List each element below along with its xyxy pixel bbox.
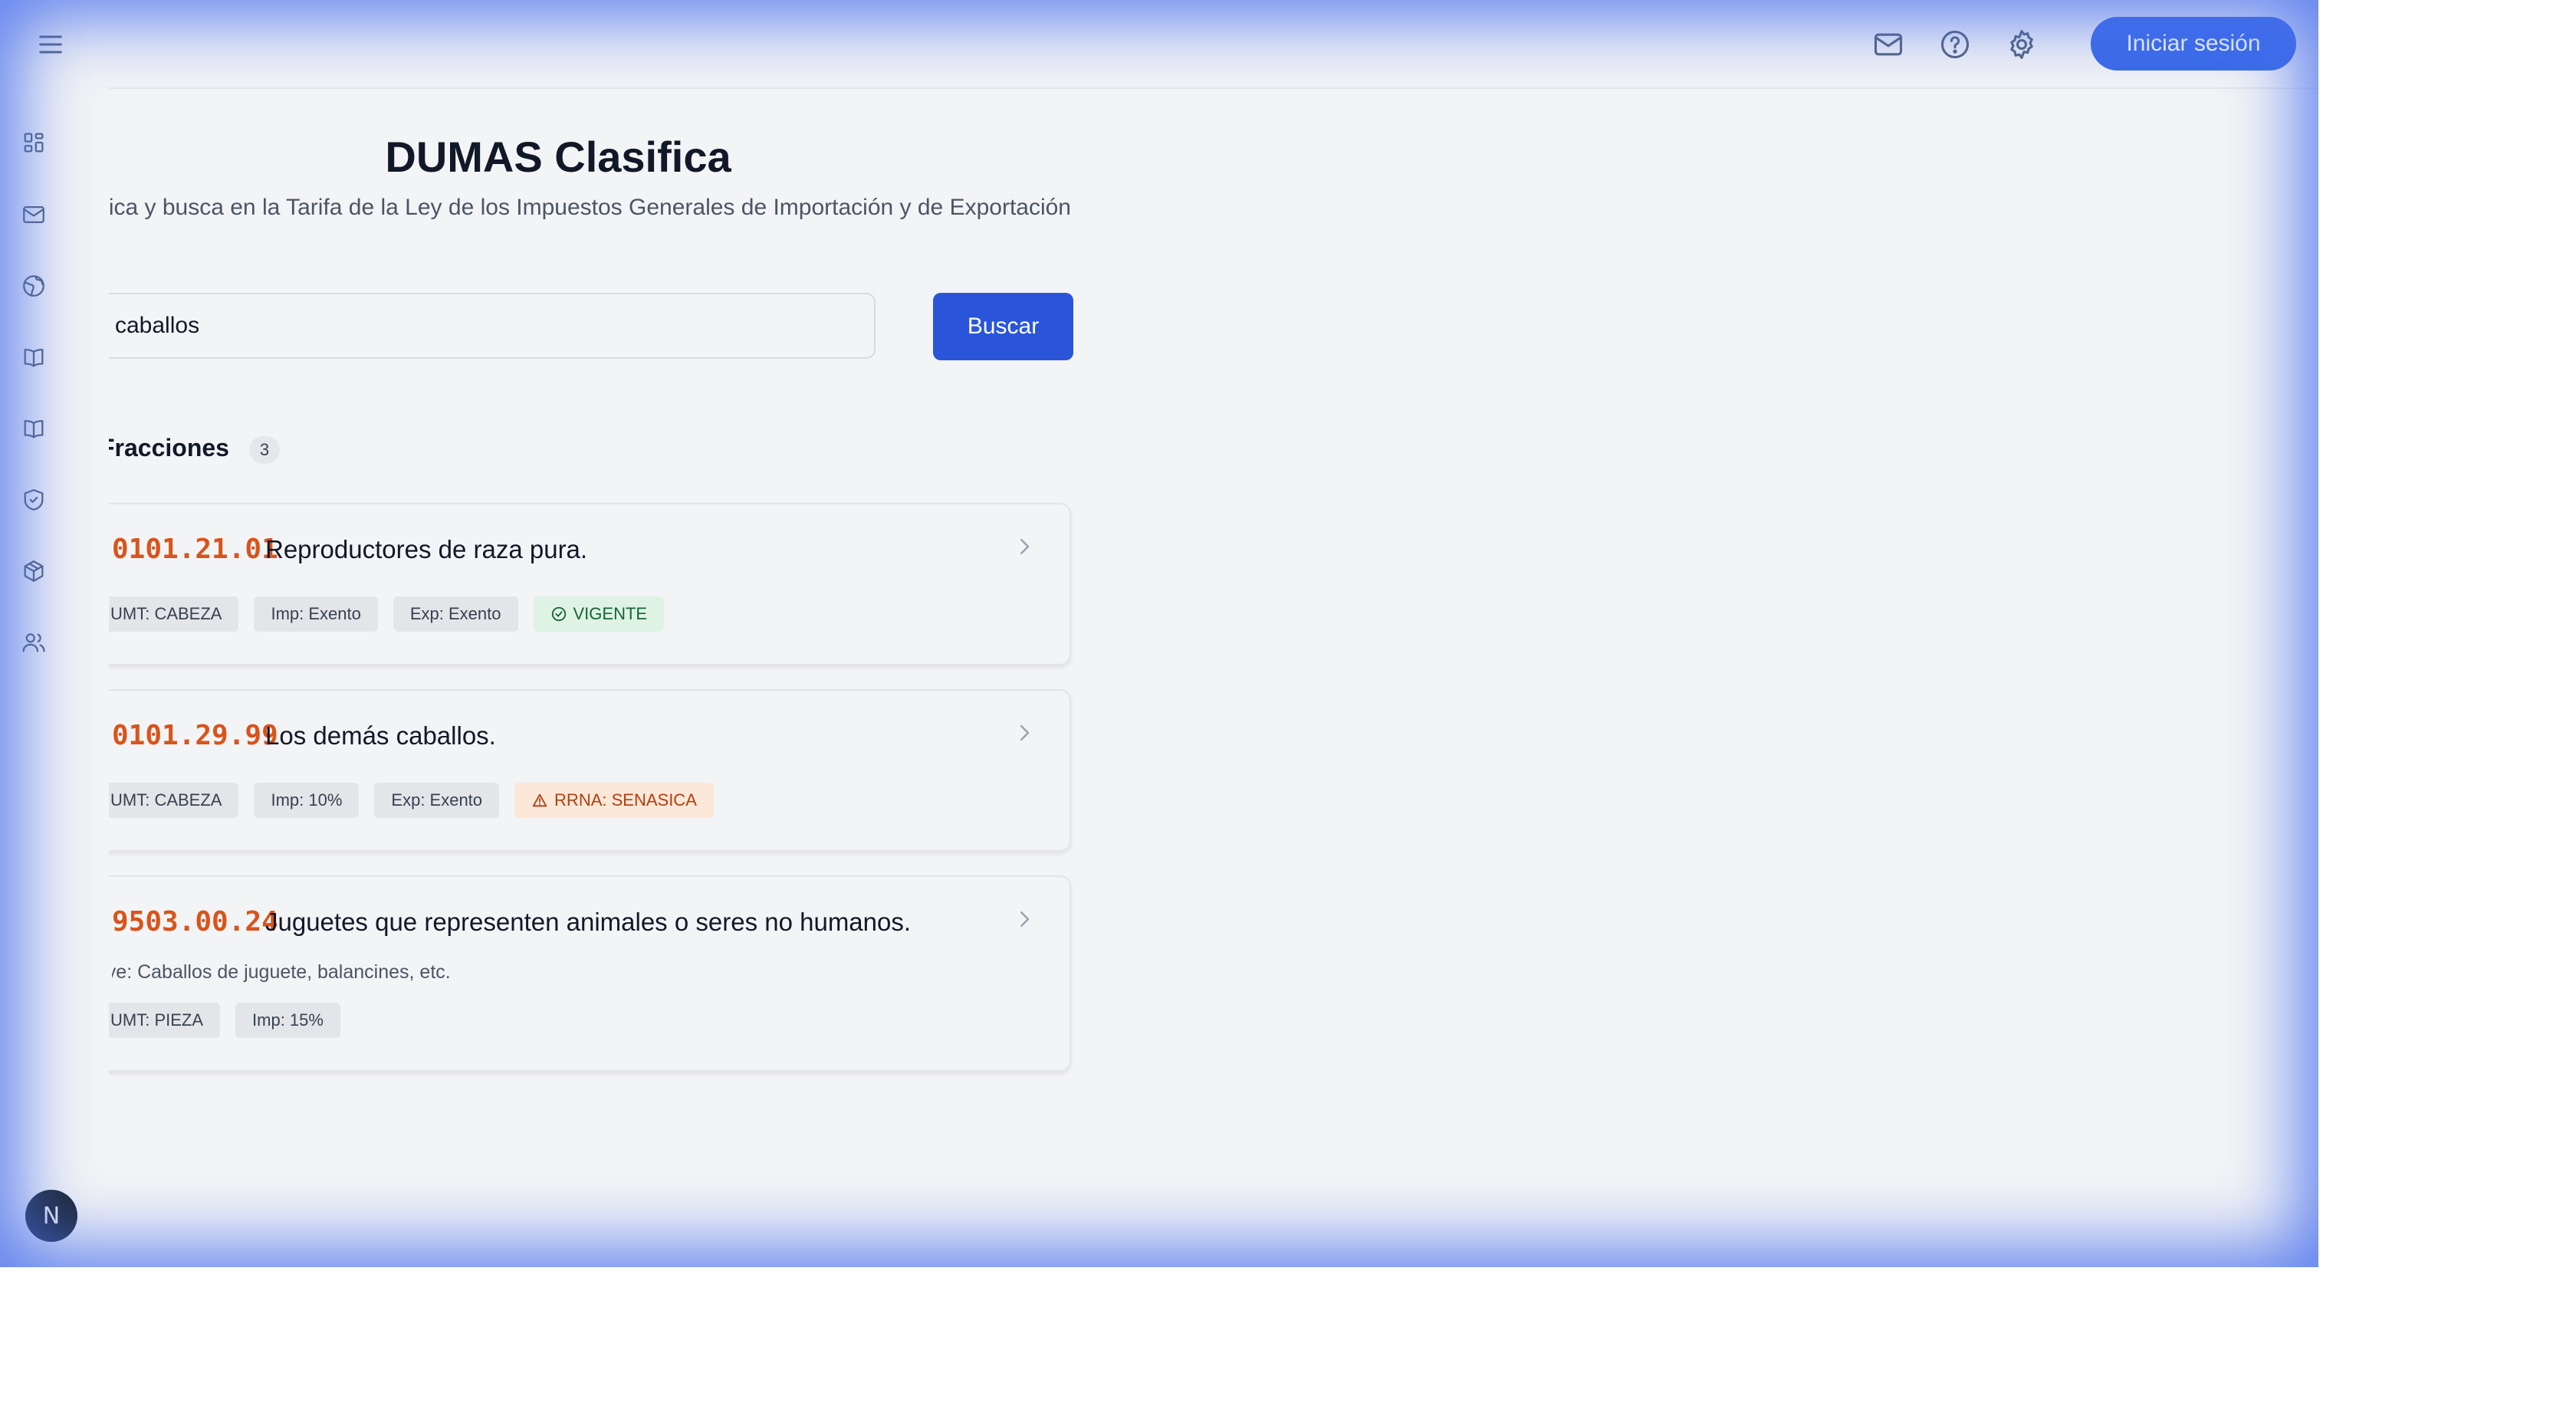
package-icon[interactable]: [17, 554, 51, 588]
tag-list: UMT: CABEZA Imp: Exento Exp: Exento VIGE…: [109, 596, 665, 632]
check-circle-icon: [551, 606, 566, 622]
search-input[interactable]: caballos: [109, 293, 876, 359]
mail-icon[interactable]: [17, 198, 51, 232]
tag-list: UMT: CABEZA Imp: 10% Exp: Exento RRNA: S…: [109, 783, 714, 818]
result-count-badge: 3: [249, 436, 280, 464]
export-tag: Exp: Exento: [393, 596, 518, 632]
shield-check-icon[interactable]: [17, 483, 51, 517]
app-window: Iniciar sesión N DUMAS Clasifica Clasifi…: [0, 0, 2318, 1267]
book-open-icon[interactable]: [17, 412, 51, 445]
avatar[interactable]: N: [25, 1190, 77, 1242]
menu-icon[interactable]: [31, 28, 71, 61]
result-description: Juguetes que representen animales o sere…: [265, 908, 912, 936]
umt-tag: UMT: CABEZA: [109, 596, 239, 632]
top-bar: [109, 0, 2318, 89]
umt-tag: UMT: PIEZA: [109, 1003, 221, 1038]
section-title: Fracciones: [109, 434, 229, 461]
login-button[interactable]: Iniciar sesión: [2091, 17, 2296, 71]
page-subtitle: Clasifica y busca en la Tarifa de la Ley…: [109, 195, 1071, 220]
umt-tag: UMT: CABEZA: [109, 783, 239, 818]
result-card[interactable]: 9503.00.24 Juguetes que representen anim…: [109, 875, 1071, 1072]
rrna-label: RRNA: SENASICA: [554, 790, 697, 810]
globe-icon[interactable]: [17, 269, 51, 303]
export-tag: Exp: Exento: [374, 783, 500, 818]
import-tag: Imp: 10%: [254, 783, 360, 818]
page-title: DUMAS Clasifica: [385, 133, 731, 181]
result-description: Los demás caballos.: [265, 721, 496, 750]
status-label: VIGENTE: [573, 604, 648, 623]
import-tag: Imp: Exento: [254, 596, 378, 632]
help-icon[interactable]: [1937, 26, 1973, 63]
result-card[interactable]: 0101.29.99 Los demás caballos. UMT: CABE…: [109, 689, 1071, 852]
dashboard-icon[interactable]: [17, 126, 51, 159]
status-badge: VIGENTE: [533, 596, 665, 632]
book-icon[interactable]: [17, 340, 51, 374]
gear-icon[interactable]: [2003, 26, 2040, 63]
search-button[interactable]: Buscar: [933, 293, 1073, 360]
tariff-code: 9503.00.24: [112, 906, 278, 938]
main-content: DUMAS Clasifica Clasifica y busca en la …: [109, 87, 1075, 1237]
result-description: Reproductores de raza pura.: [265, 535, 588, 563]
mail-icon[interactable]: [1870, 26, 1907, 63]
chevron-right-icon[interactable]: [1013, 721, 1036, 744]
rrna-badge: RRNA: SENASICA: [514, 783, 714, 818]
result-note-text: Incluye: Caballos de juguete, balancines…: [112, 961, 451, 983]
tariff-code: 0101.29.99: [112, 720, 278, 751]
tag-list: UMT: PIEZA Imp: 15%: [109, 1003, 340, 1038]
result-card[interactable]: 0101.21.01 Reproductores de raza pura. U…: [109, 503, 1071, 665]
chevron-right-icon[interactable]: [1013, 908, 1036, 931]
result-note: Incluye: Caballos de juguete, balancines…: [112, 961, 572, 984]
users-icon[interactable]: [17, 626, 51, 659]
sidebar: [0, 0, 109, 1267]
import-tag: Imp: 15%: [235, 1003, 340, 1038]
warning-icon: [532, 793, 547, 807]
chevron-right-icon[interactable]: [1013, 535, 1036, 558]
tariff-code: 0101.21.01: [112, 534, 278, 565]
